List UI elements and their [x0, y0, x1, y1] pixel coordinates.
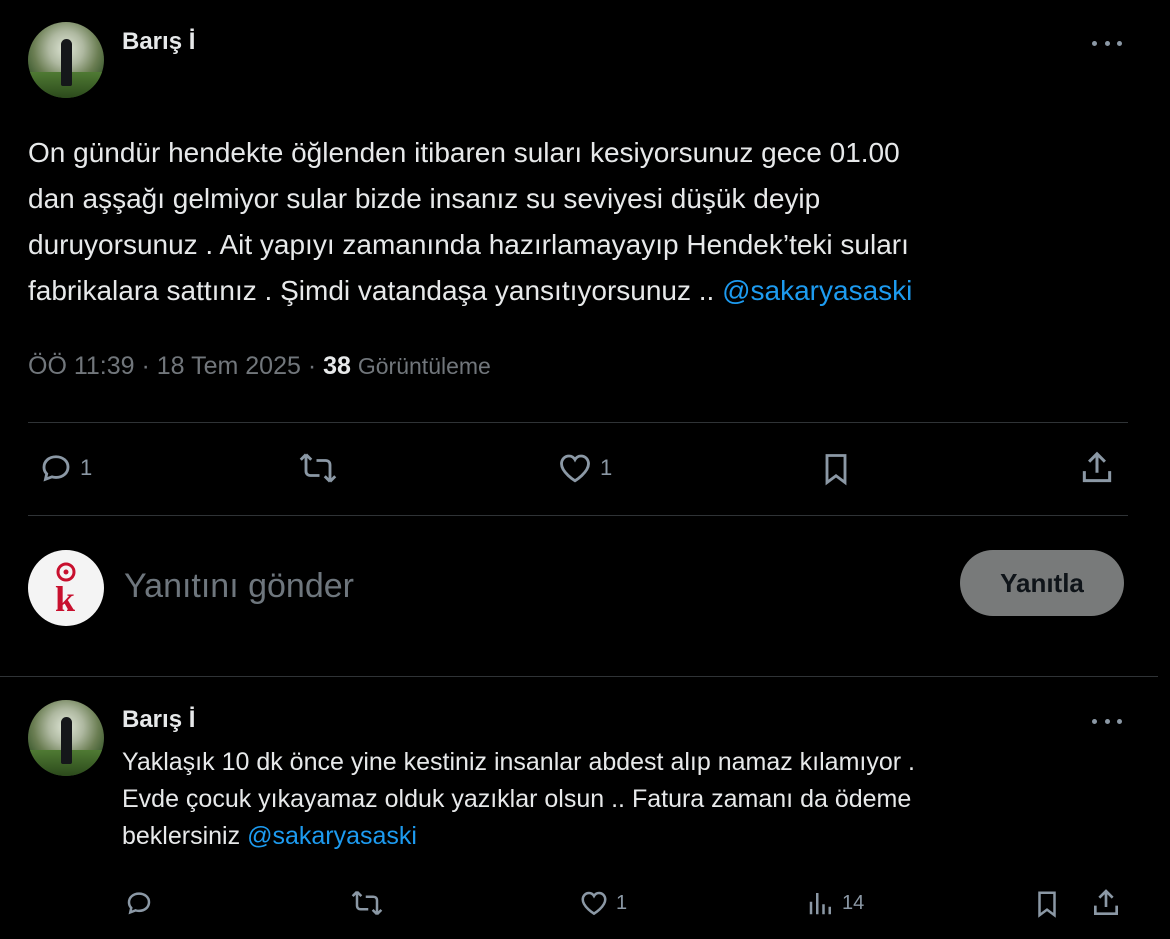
more-dot — [1117, 718, 1122, 724]
more-dot — [1092, 718, 1097, 724]
share-button[interactable] — [1090, 886, 1122, 920]
divider — [28, 515, 1128, 516]
meta-separator: · — [307, 352, 317, 380]
reply-count: 1 — [80, 455, 93, 480]
like-count: 1 — [616, 891, 628, 914]
like-count: 1 — [600, 455, 613, 480]
views-icon — [809, 893, 831, 915]
retweet-button[interactable] — [350, 888, 384, 918]
user-avatar[interactable]: k — [28, 550, 104, 626]
share-icon — [1082, 451, 1112, 483]
section-divider — [0, 676, 1158, 677]
retweet-button[interactable] — [298, 450, 338, 486]
tweet-body: On gündür hendekte öğlenden itibaren sul… — [28, 130, 1138, 314]
views-label: Görüntüleme — [357, 353, 491, 379]
author-avatar[interactable] — [28, 22, 104, 98]
more-options-icon[interactable] — [1092, 38, 1122, 48]
avatar-figure — [61, 716, 73, 764]
more-dot — [1117, 40, 1122, 46]
heart-icon — [560, 454, 590, 483]
reply-body: Yaklaşık 10 dk önce yine kestiniz insanl… — [122, 744, 1122, 855]
author-name[interactable]: Barış İ — [122, 706, 195, 734]
more-dot — [1092, 40, 1097, 46]
views-button[interactable]: 14 — [806, 888, 864, 918]
reply-button[interactable] — [124, 888, 154, 918]
redaction-box — [208, 702, 438, 732]
reply-text: Yaklaşık 10 dk önce yine kestiniz insanl… — [122, 748, 915, 850]
avatar-figure — [61, 38, 73, 86]
more-dot — [1104, 40, 1110, 46]
retweet-icon — [351, 890, 383, 916]
reply-icon — [42, 455, 70, 482]
tweet-meta: ÖÖ 11:39 · 18 Tem 2025 · 38 Görüntüleme — [28, 352, 491, 381]
divider — [28, 422, 1128, 423]
author-avatar[interactable] — [28, 700, 104, 776]
bookmark-button[interactable] — [818, 450, 854, 488]
tweet-date[interactable]: 18 Tem 2025 — [157, 352, 301, 380]
bookmark-icon — [1038, 891, 1056, 918]
heart-icon — [581, 891, 607, 916]
author-name[interactable]: Barış İ — [122, 28, 195, 56]
more-dot — [1104, 718, 1110, 724]
reply-icon — [127, 892, 151, 915]
tweet-time[interactable]: ÖÖ 11:39 — [28, 352, 135, 380]
more-options-icon[interactable] — [1092, 716, 1122, 726]
bookmark-icon — [825, 454, 847, 486]
logo-letter: k — [55, 579, 75, 618]
reply-button[interactable]: 1 — [38, 450, 92, 486]
views-count: 38 — [323, 352, 351, 380]
mention-link[interactable]: @sakaryasaski — [247, 822, 417, 850]
reply-submit-button[interactable]: Yanıtla — [960, 550, 1124, 616]
share-button[interactable] — [1078, 448, 1116, 488]
mention-link[interactable]: @sakaryasaski — [722, 275, 912, 306]
tweet-thread: Barış İ On gündür hendekte öğlenden itib… — [0, 0, 1170, 939]
bookmark-button[interactable] — [1032, 888, 1062, 920]
views-count: 14 — [842, 891, 865, 914]
kaskispor-logo-icon: k — [55, 562, 76, 618]
reply-input[interactable] — [122, 560, 926, 612]
retweet-icon — [299, 453, 337, 483]
like-button[interactable]: 1 — [556, 450, 612, 486]
like-button[interactable]: 1 — [578, 888, 627, 918]
meta-separator: · — [141, 352, 150, 380]
share-icon — [1094, 889, 1118, 915]
